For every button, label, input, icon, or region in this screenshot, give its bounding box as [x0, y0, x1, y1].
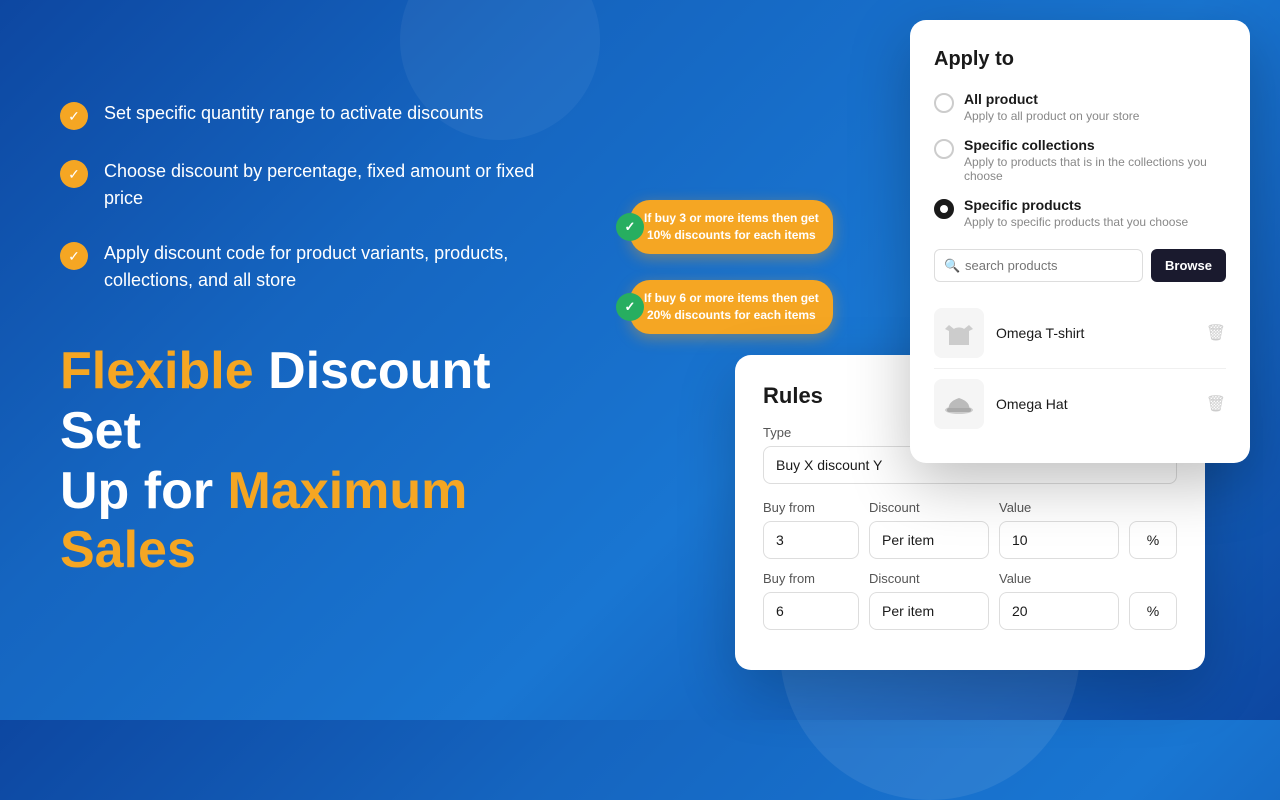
search-input[interactable]: [934, 249, 1143, 282]
pct-input-1[interactable]: [1129, 521, 1177, 559]
radio-circle-collections: [934, 139, 954, 159]
delete-icon-tshirt[interactable]: 🗑: [1206, 323, 1226, 343]
headline-line2: Up for Maximum: [60, 462, 560, 522]
radio-sublabel-collections: Apply to products that is in the collect…: [964, 155, 1226, 183]
badge-check-1: ✓: [616, 213, 644, 241]
feature-list: ✓ Set specific quantity range to activat…: [60, 100, 560, 294]
buy-from-input-2[interactable]: [763, 592, 859, 630]
buy-from-group-2: Buy from: [763, 571, 859, 630]
feature-item-3: ✓ Apply discount code for product varian…: [60, 240, 560, 294]
product-thumb-hat: [934, 379, 984, 429]
badge-text-2: If buy 6 or more items then get20% disco…: [644, 291, 819, 322]
search-icon: 🔍: [944, 258, 960, 274]
feature-text-3: Apply discount code for product variants…: [104, 240, 560, 294]
radio-sublabel-products: Apply to specific products that you choo…: [964, 215, 1188, 229]
headline: Flexible Discount Set Up for Maximum Sal…: [60, 342, 560, 581]
apply-to-card: Apply to All product Apply to all produc…: [910, 20, 1250, 463]
browse-button[interactable]: Browse: [1151, 249, 1226, 282]
radio-specific-products[interactable]: Specific products Apply to specific prod…: [934, 197, 1226, 229]
feature-text-2: Choose discount by percentage, fixed amo…: [104, 158, 560, 212]
product-item-hat: Omega Hat 🗑: [934, 369, 1226, 439]
buy-from-input-1[interactable]: [763, 521, 859, 559]
rules-row-1: Buy from Discount Value: [763, 500, 1177, 559]
radio-label-products: Specific products: [964, 197, 1188, 213]
discount-group-2: Discount: [869, 571, 989, 630]
product-name-hat: Omega Hat: [996, 396, 1194, 412]
headline-flexible: Flexible: [60, 342, 268, 400]
check-icon-2: ✓: [60, 160, 88, 188]
value-input-1[interactable]: [999, 521, 1119, 559]
radio-group: All product Apply to all product on your…: [934, 91, 1226, 229]
headline-line1: Flexible Discount Set: [60, 342, 560, 462]
headline-maximum: Maximum: [228, 462, 468, 520]
radio-circle-products: [934, 199, 954, 219]
radio-label-group-collections: Specific collections Apply to products t…: [964, 137, 1226, 183]
pct-input-2[interactable]: [1129, 592, 1177, 630]
buy-from-label-2: Buy from: [763, 571, 859, 586]
value-label-2: Value: [999, 571, 1119, 586]
left-panel: ✓ Set specific quantity range to activat…: [60, 100, 560, 581]
product-item-tshirt: Omega T-shirt 🗑: [934, 298, 1226, 369]
value-label-1: Value: [999, 500, 1119, 515]
discount-badge-1: ✓ If buy 3 or more items then get10% dis…: [630, 200, 833, 254]
discount-badge-2: ✓ If buy 6 or more items then get20% dis…: [630, 280, 833, 334]
discount-input-1[interactable]: [869, 521, 989, 559]
discount-group-1: Discount: [869, 500, 989, 559]
discount-input-2[interactable]: [869, 592, 989, 630]
check-icon-3: ✓: [60, 242, 88, 270]
pct-label-1: [1129, 500, 1177, 515]
discount-label-2: Discount: [869, 571, 989, 586]
discount-label-1: Discount: [869, 500, 989, 515]
radio-specific-collections[interactable]: Specific collections Apply to products t…: [934, 137, 1226, 183]
search-row: 🔍 Browse: [934, 249, 1226, 282]
headline-up-for: Up for: [60, 462, 228, 520]
product-list: Omega T-shirt 🗑 Omega Hat 🗑: [934, 298, 1226, 439]
check-icon-1: ✓: [60, 102, 88, 130]
radio-label-collections: Specific collections: [964, 137, 1226, 153]
feature-text-1: Set specific quantity range to activate …: [104, 100, 483, 127]
value-input-2[interactable]: [999, 592, 1119, 630]
radio-all-product[interactable]: All product Apply to all product on your…: [934, 91, 1226, 123]
radio-label-group-products: Specific products Apply to specific prod…: [964, 197, 1188, 229]
headline-line3: Sales: [60, 521, 560, 581]
radio-sublabel-all-product: Apply to all product on your store: [964, 109, 1139, 123]
product-thumb-tshirt: [934, 308, 984, 358]
badge-check-2: ✓: [616, 293, 644, 321]
feature-item-1: ✓ Set specific quantity range to activat…: [60, 100, 560, 130]
product-name-tshirt: Omega T-shirt: [996, 325, 1194, 341]
delete-icon-hat[interactable]: 🗑: [1206, 394, 1226, 414]
radio-label-group-all: All product Apply to all product on your…: [964, 91, 1139, 123]
pct-group-2: [1129, 571, 1177, 630]
pct-group-1: [1129, 500, 1177, 559]
value-group-1: Value: [999, 500, 1119, 559]
value-group-2: Value: [999, 571, 1119, 630]
feature-item-2: ✓ Choose discount by percentage, fixed a…: [60, 158, 560, 212]
headline-sales: Sales: [60, 521, 196, 579]
search-input-wrap: 🔍: [934, 249, 1143, 282]
buy-from-group-1: Buy from: [763, 500, 859, 559]
buy-from-label-1: Buy from: [763, 500, 859, 515]
apply-to-title: Apply to: [934, 48, 1226, 71]
radio-label-all-product: All product: [964, 91, 1139, 107]
radio-circle-all-product: [934, 93, 954, 113]
rules-row-2: Buy from Discount Value: [763, 571, 1177, 630]
badge-text-1: If buy 3 or more items then get10% disco…: [644, 211, 819, 242]
pct-label-2: [1129, 571, 1177, 586]
